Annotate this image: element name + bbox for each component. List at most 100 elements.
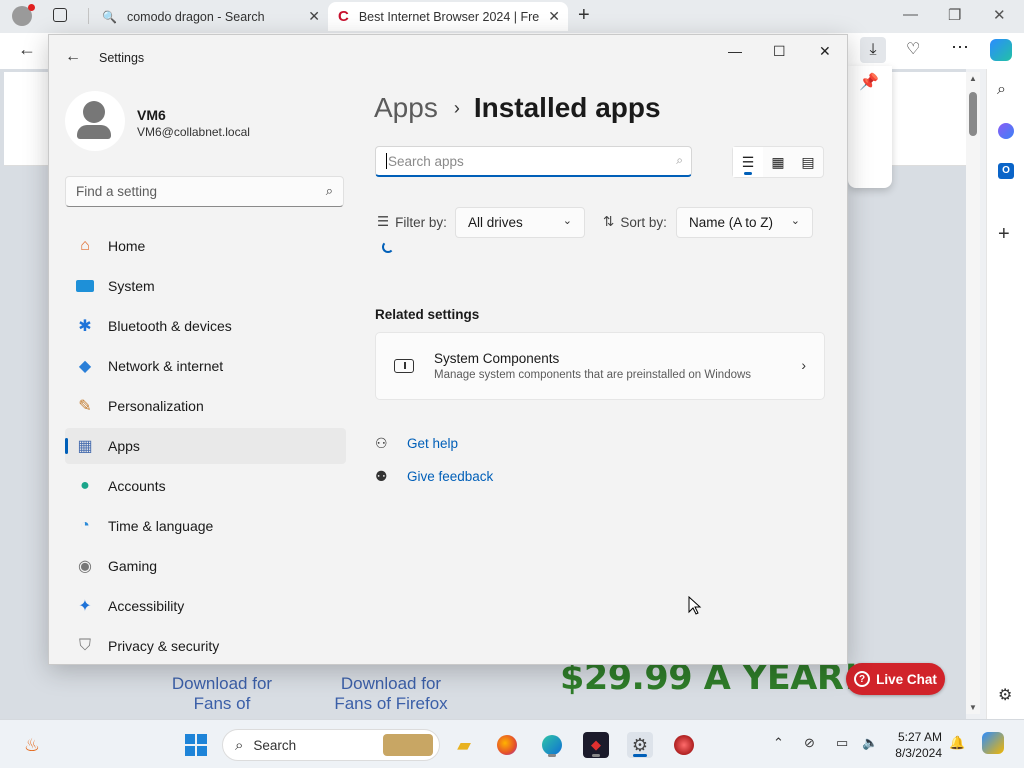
tab-actions-icon[interactable] [53, 8, 67, 22]
loading-spinner [382, 241, 394, 253]
search-icon[interactable]: ⌕ [997, 81, 1006, 99]
close-tab-icon[interactable]: ✕ [308, 8, 320, 25]
view-toggle-group: ☰ ▦ ▤ [732, 146, 824, 178]
sidebar-item-label: System [108, 278, 155, 294]
sidebar-item-time-language[interactable]: ◔ Time & language [65, 508, 346, 544]
breadcrumb: Apps › Installed apps [374, 92, 661, 124]
system-icon [75, 276, 95, 296]
scroll-down-icon[interactable]: ▼ [969, 703, 977, 712]
display-icon[interactable]: ▭ [836, 735, 848, 751]
pin-icon[interactable]: 📌 [859, 72, 879, 92]
tab-label: comodo dragon - Search [126, 9, 265, 24]
back-arrow-icon[interactable]: ← [65, 48, 81, 66]
scroll-up-icon[interactable]: ▲ [969, 74, 977, 83]
sidebar-item-bluetooth[interactable]: ✱ Bluetooth & devices [65, 308, 346, 344]
sidebar-item-network[interactable]: ◆ Network & internet [65, 348, 346, 384]
comodo-logo-icon: C [338, 8, 349, 25]
copilot-icon[interactable] [990, 39, 1012, 61]
page-title: Installed apps [473, 92, 661, 123]
network-off-icon[interactable]: ⊘ [804, 735, 815, 751]
chevron-up-icon[interactable]: ⌃ [773, 735, 784, 751]
volume-icon[interactable]: 🔈 [862, 735, 878, 751]
sidebar-item-gaming[interactable]: ◉ Gaming [65, 548, 346, 584]
firefox-icon[interactable] [494, 732, 520, 758]
health-icon[interactable]: ♡ [906, 39, 920, 59]
profile-name: VM6 [137, 107, 166, 123]
comodo-dragon-icon[interactable]: ◆ [583, 732, 609, 758]
start-button[interactable] [183, 732, 209, 758]
sidebar-item-apps[interactable]: ▦ Apps [65, 428, 346, 464]
sidebar-settings-icon[interactable]: ⚙ [998, 685, 1012, 705]
chevron-down-icon: ⌄ [790, 215, 800, 227]
search-apps-input[interactable]: Search apps ⌕ [375, 146, 692, 177]
clock-date: 8/3/2024 [895, 746, 942, 760]
wifi-icon: ◆ [78, 358, 92, 375]
sidebar-item-label: Time & language [108, 518, 214, 534]
avatar[interactable] [65, 91, 125, 151]
filter-label: ☰ Filter by: [377, 214, 447, 230]
get-help-link[interactable]: ⚇ Get help [375, 435, 458, 452]
copilot-side-icon[interactable] [998, 123, 1014, 139]
get-help-label: Get help [407, 436, 459, 451]
copilot-pre-icon[interactable] [982, 732, 1004, 754]
download-link-firefox[interactable]: Download for Fans of Firefox [330, 674, 452, 714]
minimize-icon[interactable]: — [903, 6, 918, 23]
restore-icon[interactable]: ❐ [948, 6, 961, 24]
bell-icon[interactable]: 🔔 [949, 735, 965, 751]
scroll-thumb[interactable] [969, 92, 977, 136]
sidebar-item-system[interactable]: System [65, 268, 346, 304]
filter-dropdown[interactable]: All drives ⌄ [455, 207, 585, 238]
find-setting-input[interactable]: Find a setting ⌕ [65, 176, 344, 207]
live-chat-button[interactable]: ? Live Chat [846, 663, 945, 695]
tab-comodo-search[interactable]: 🔍 comodo dragon - Search ✕ [90, 2, 328, 31]
sidebar-item-label: Personalization [108, 398, 204, 414]
taskbar-clock[interactable]: 5:27 AM 8/3/2024 [886, 729, 942, 761]
file-explorer-icon[interactable]: ▰ [451, 732, 477, 758]
back-icon[interactable]: ← [18, 39, 36, 60]
help-icon: ⚇ [375, 435, 388, 451]
download-link-left[interactable]: Download for Fans of [160, 674, 284, 714]
app-red-icon[interactable] [671, 732, 697, 758]
breadcrumb-apps[interactable]: Apps [374, 92, 438, 124]
edge-icon[interactable] [539, 732, 565, 758]
outlook-icon[interactable]: O [998, 163, 1014, 179]
sidebar-item-accounts[interactable]: ● Accounts [65, 468, 346, 504]
windows-logo-icon [185, 734, 207, 756]
sort-dropdown[interactable]: Name (A to Z) ⌄ [676, 207, 813, 238]
list-view-icon[interactable]: ☰ [733, 147, 763, 177]
sidebar-item-label: Accounts [108, 478, 166, 494]
grid-view-icon[interactable]: ▦ [763, 147, 793, 177]
sidebar-item-accessibility[interactable]: ✦ Accessibility [65, 588, 346, 624]
search-icon: ⌕ [676, 153, 683, 167]
maximize-icon[interactable]: ☐ [773, 43, 786, 60]
running-indicator [548, 754, 556, 757]
close-tab-icon[interactable]: ✕ [548, 8, 560, 25]
system-components-card[interactable]: System Components Manage system componen… [375, 332, 825, 400]
settings-window: ← Settings — ☐ ✕ VM6 VM6@collabnet.local… [48, 34, 848, 665]
sidebar-item-home[interactable]: ⌂ Home [65, 228, 346, 264]
tile-view-icon[interactable]: ▤ [793, 147, 823, 177]
minimize-icon[interactable]: — [728, 43, 742, 59]
sidebar-item-privacy[interactable]: ⛉ Privacy & security [65, 628, 346, 664]
add-sidebar-icon[interactable]: + [998, 223, 1010, 246]
red-app-glyph [674, 735, 694, 755]
shield-icon: ⛉ [78, 637, 91, 654]
give-feedback-link[interactable]: ⚉ Give feedback [375, 468, 493, 485]
more-icon[interactable]: ⋯ [951, 37, 969, 58]
mouse-cursor-icon [688, 596, 702, 615]
download-icon[interactable]: ⤓ [860, 37, 886, 63]
gamepad-icon: ◉ [78, 558, 92, 575]
new-tab-icon[interactable]: + [578, 4, 590, 27]
edge-sidebar: ⌕ O + ⚙ [986, 69, 1024, 719]
tab-best-browser[interactable]: C Best Internet Browser 2024 | Free ✕ [328, 2, 568, 31]
sidebar-item-label: Bluetooth & devices [108, 318, 232, 334]
sidebar-item-personalization[interactable]: ✎ Personalization [65, 388, 346, 424]
home-icon: ⌂ [80, 237, 90, 254]
search-icon: ⌕ [325, 183, 333, 198]
taskbar-search[interactable]: ⌕ Search [222, 729, 440, 761]
widgets-icon[interactable]: ♨ [19, 732, 45, 758]
settings-icon[interactable]: ⚙ [627, 732, 653, 758]
close-icon[interactable]: ✕ [993, 6, 1006, 24]
page-scrollbar[interactable]: ▲ ▼ [966, 72, 980, 714]
close-icon[interactable]: ✕ [819, 43, 831, 60]
